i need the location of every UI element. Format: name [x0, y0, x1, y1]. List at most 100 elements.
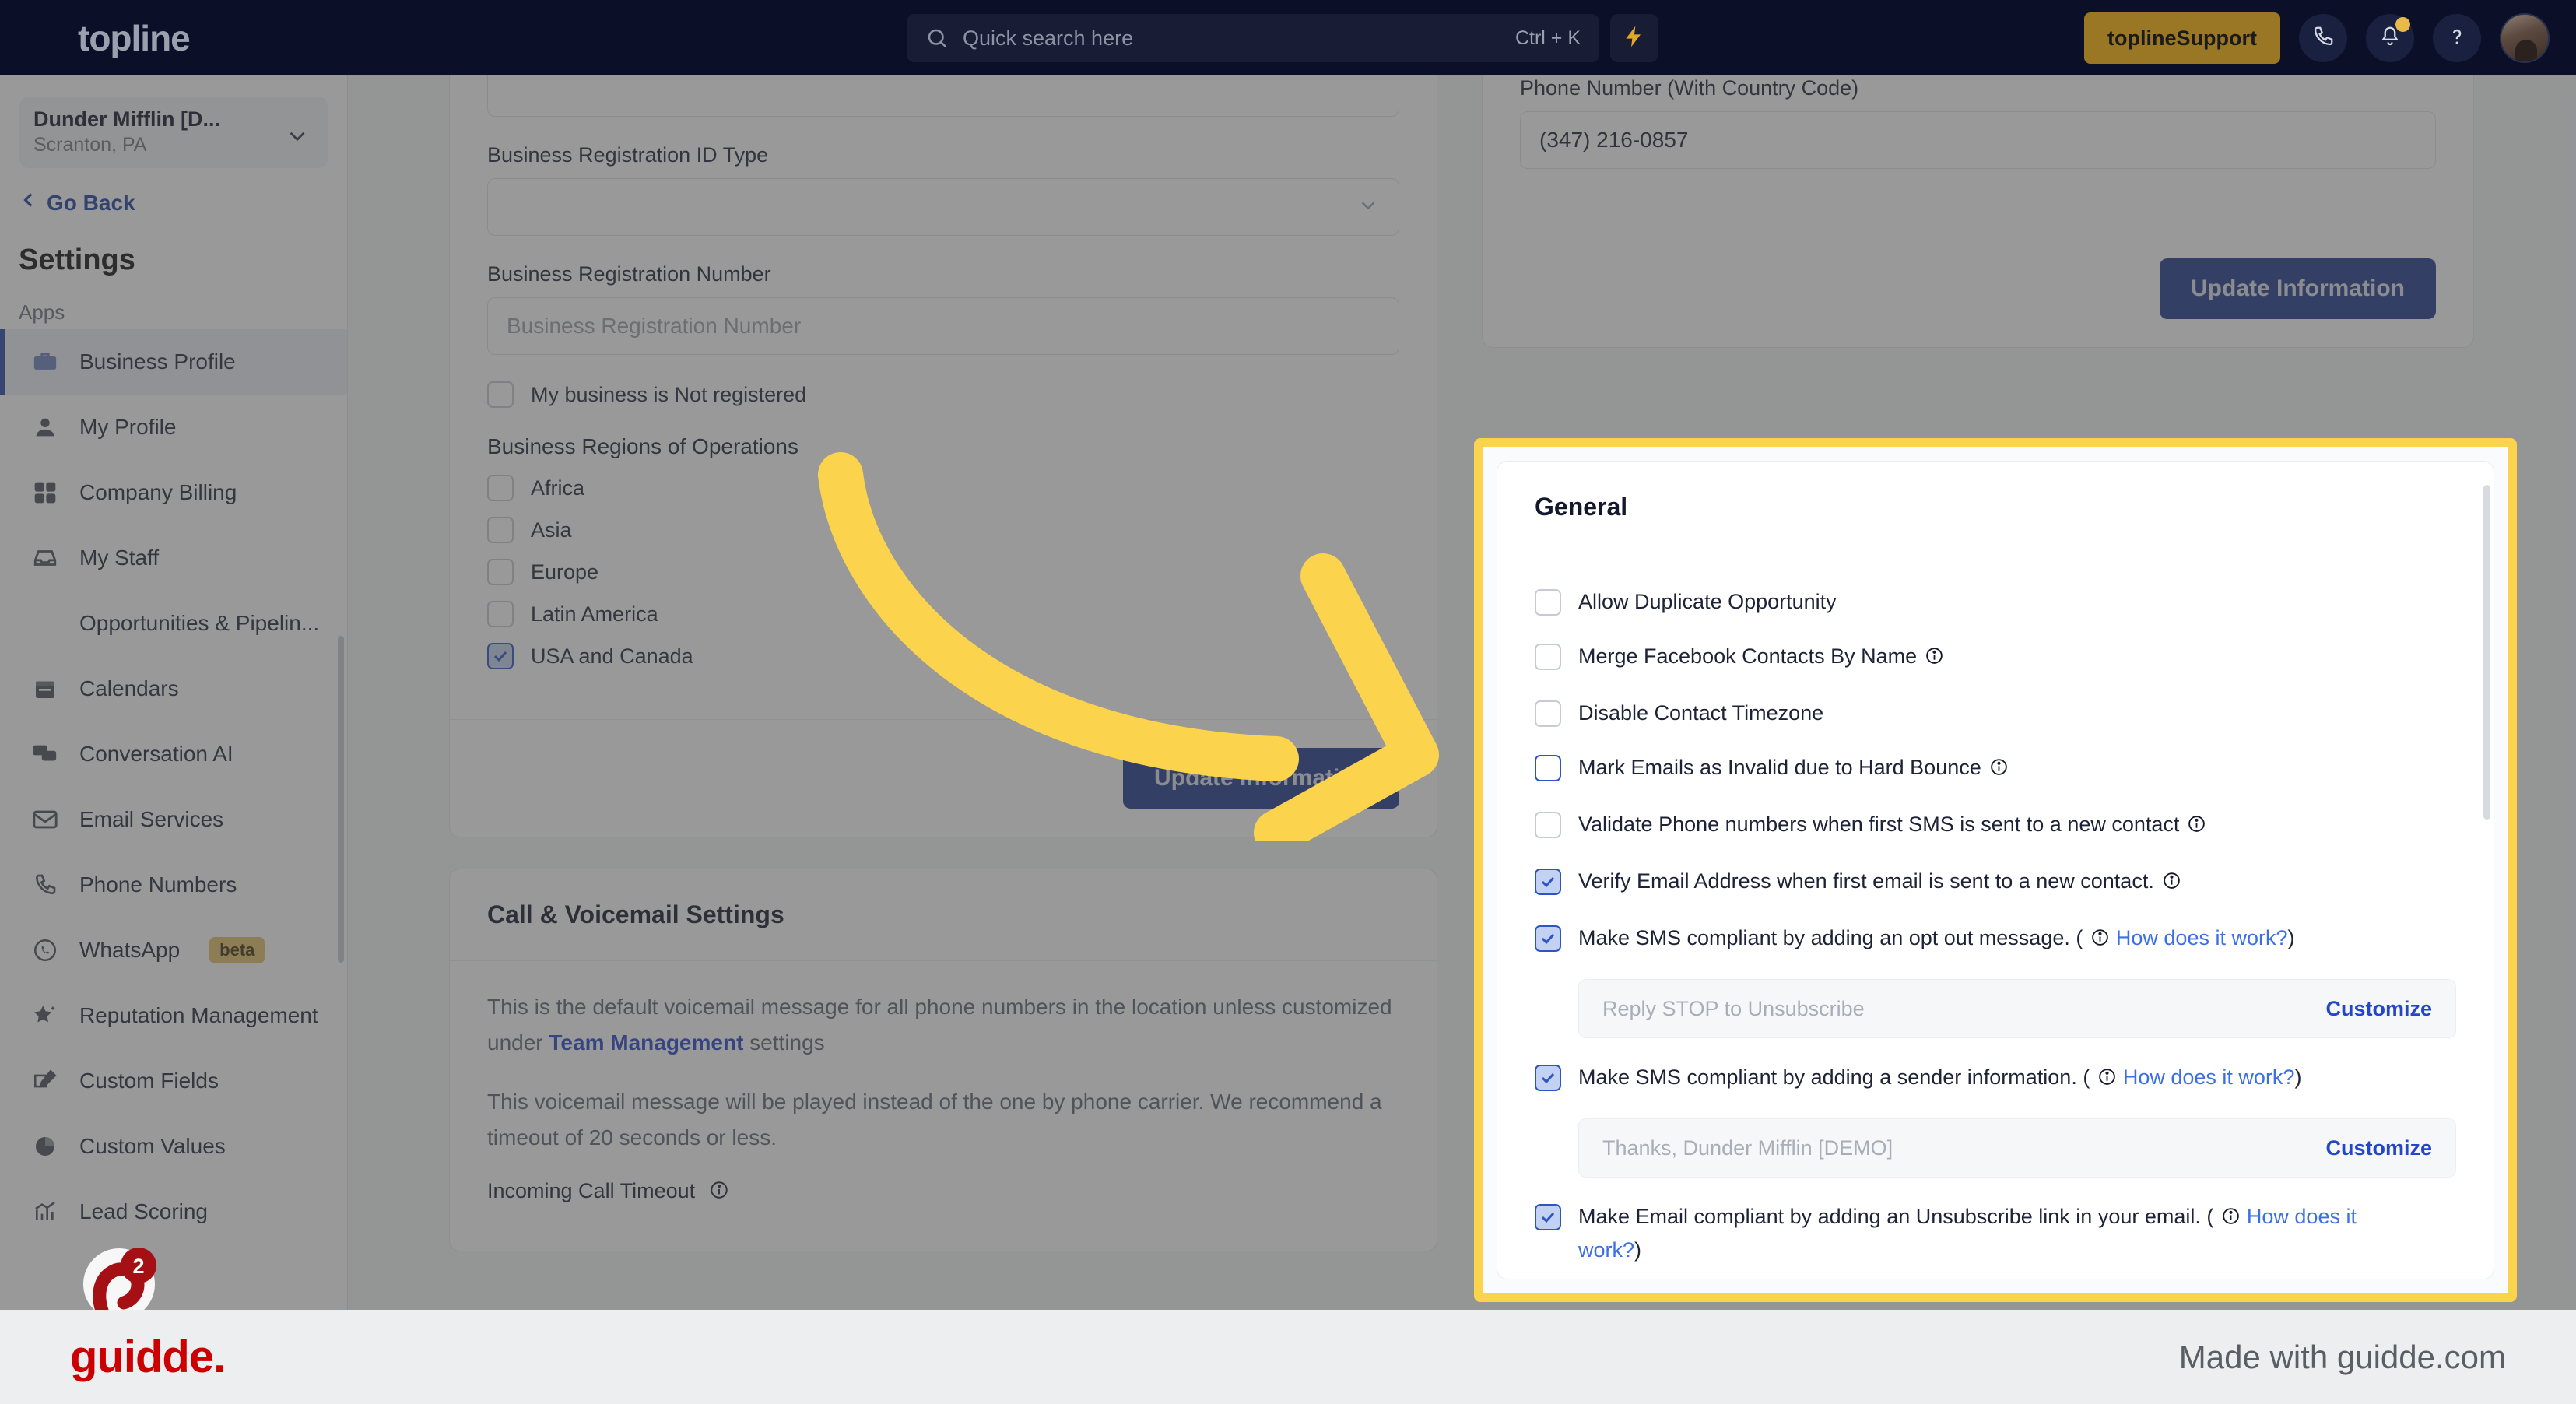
- sidebar-item-label: Phone Numbers: [79, 872, 237, 897]
- region-checkbox-asia[interactable]: [487, 517, 514, 543]
- sidebar-item-reputation-management[interactable]: Reputation Management: [0, 983, 347, 1048]
- option-label: Make Email compliant by adding an Unsubs…: [1578, 1205, 2201, 1228]
- sidebar-item-opportunities-pipelines[interactable]: Opportunities & Pipelin...: [0, 591, 347, 656]
- sidebar-item-phone-numbers[interactable]: Phone Numbers: [0, 852, 347, 918]
- sidebar-item-whatsapp[interactable]: WhatsApp beta: [0, 918, 347, 983]
- quick-search-box[interactable]: Quick search here Ctrl + K: [907, 14, 1599, 62]
- option-label-wrap: Validate Phone numbers when first SMS is…: [1578, 809, 2206, 842]
- sms-sender-info-checkbox[interactable]: [1535, 1065, 1561, 1091]
- notifications-button[interactable]: [2366, 14, 2414, 62]
- region-checkbox-europe[interactable]: [487, 559, 514, 585]
- pencil-field-icon: [30, 1065, 61, 1097]
- option-label: Make SMS compliant by adding an opt out …: [1578, 926, 2070, 949]
- sidebar-item-conversation-ai[interactable]: Conversation AI: [0, 721, 347, 787]
- phone-number-label: Phone Number (With Country Code): [1520, 76, 1859, 100]
- guidde-logo: guidde.: [70, 1332, 226, 1382]
- top-navigation-bar: topline Quick search here Ctrl + K topli…: [0, 0, 2576, 75]
- info-icon[interactable]: [2090, 925, 2110, 956]
- general-option-row[interactable]: Make SMS compliant by adding a sender in…: [1535, 1062, 2456, 1095]
- team-management-link[interactable]: Team Management: [549, 1030, 743, 1055]
- general-option-row[interactable]: Disable Contact Timezone: [1535, 697, 2456, 728]
- sidebar-item-label: Conversation AI: [79, 742, 233, 766]
- topline-support-button[interactable]: topline Support: [2084, 12, 2280, 64]
- sidebar-item-label: WhatsApp: [79, 938, 181, 962]
- sidebar-item-my-staff[interactable]: My Staff: [0, 525, 347, 591]
- allow-duplicate-opportunity-checkbox[interactable]: [1535, 589, 1561, 616]
- quick-actions-button[interactable]: [1610, 14, 1658, 62]
- region-label: Latin America: [531, 602, 658, 626]
- user-avatar[interactable]: [2500, 13, 2550, 63]
- option-label-wrap: Mark Emails as Invalid due to Hard Bounc…: [1578, 752, 2009, 785]
- info-icon[interactable]: [1925, 643, 1944, 674]
- chat-bubbles-icon: [30, 739, 61, 770]
- phone-button[interactable]: [2299, 14, 2347, 62]
- region-checkbox-africa[interactable]: [487, 475, 514, 501]
- info-icon[interactable]: [2187, 811, 2206, 842]
- not-registered-row[interactable]: My business is Not registered: [487, 381, 1399, 408]
- app-root: topline Quick search here Ctrl + K topli…: [0, 0, 2576, 1404]
- info-icon[interactable]: [1989, 754, 2009, 785]
- sms-opt-out-template-input[interactable]: Reply STOP to Unsubscribe Customize: [1578, 979, 2456, 1038]
- sms-opt-out-checkbox[interactable]: [1535, 925, 1561, 952]
- reg-number-input[interactable]: Business Registration Number: [487, 297, 1399, 355]
- phone-number-input[interactable]: (347) 216-0857: [1520, 111, 2436, 169]
- sidebar-item-my-profile[interactable]: My Profile: [0, 395, 347, 460]
- general-option-row[interactable]: Validate Phone numbers when first SMS is…: [1535, 809, 2456, 842]
- info-icon[interactable]: [2162, 868, 2181, 899]
- merge-facebook-contacts-checkbox[interactable]: [1535, 644, 1561, 670]
- region-checkbox-usa-canada[interactable]: [487, 643, 514, 669]
- mark-emails-invalid-checkbox[interactable]: [1535, 755, 1561, 781]
- info-icon[interactable]: [709, 1180, 729, 1206]
- general-option-row[interactable]: Allow Duplicate Opportunity: [1535, 586, 2456, 617]
- option-label-wrap: Make Email compliant by adding an Unsubs…: [1578, 1201, 2357, 1265]
- general-option-row[interactable]: Verify Email Address when first email is…: [1535, 865, 2456, 899]
- how-does-it-work-link[interactable]: How does it work?: [2116, 926, 2288, 949]
- chart-up-icon: [30, 1196, 61, 1227]
- general-option-row[interactable]: Make Email compliant by adding an Unsubs…: [1535, 1201, 2456, 1265]
- sidebar-item-business-profile[interactable]: Business Profile: [0, 329, 347, 395]
- update-information-button[interactable]: Update Information: [2160, 258, 2436, 319]
- sidebar-item-custom-fields[interactable]: Custom Fields: [0, 1048, 347, 1114]
- topbar-right-actions: topline Support: [2084, 12, 2550, 64]
- disable-contact-timezone-checkbox[interactable]: [1535, 700, 1561, 727]
- go-back-label: Go Back: [47, 190, 135, 215]
- calendar-icon: [30, 673, 61, 704]
- briefcase-icon: [30, 346, 61, 377]
- sidebar-item-company-billing[interactable]: Company Billing: [0, 460, 347, 525]
- how-does-it-work-link[interactable]: How does it work?: [2123, 1065, 2295, 1089]
- notification-badge-widget[interactable]: 2: [74, 1236, 167, 1322]
- validate-phone-numbers-checkbox[interactable]: [1535, 812, 1561, 838]
- help-button[interactable]: [2433, 14, 2481, 62]
- general-option-row[interactable]: Make SMS compliant by adding an opt out …: [1535, 922, 2456, 956]
- info-icon[interactable]: [2097, 1064, 2117, 1095]
- option-label: Mark Emails as Invalid due to Hard Bounc…: [1578, 756, 1981, 779]
- option-label: Verify Email Address when first email is…: [1578, 869, 2154, 893]
- location-switcher[interactable]: Dunder Mifflin [D... Scranton, PA: [19, 97, 328, 168]
- not-registered-checkbox[interactable]: [487, 381, 514, 408]
- chevron-left-icon: [19, 190, 39, 216]
- email-unsubscribe-link-checkbox[interactable]: [1535, 1204, 1561, 1230]
- reg-id-type-select[interactable]: [487, 178, 1399, 236]
- general-option-row[interactable]: Mark Emails as Invalid due to Hard Bounc…: [1535, 752, 2456, 785]
- close-paren: ): [2287, 926, 2295, 949]
- customize-link[interactable]: Customize: [2325, 997, 2432, 1021]
- sidebar-item-lead-scoring[interactable]: Lead Scoring: [0, 1179, 347, 1244]
- option-label-wrap: Verify Email Address when first email is…: [1578, 865, 2181, 899]
- app-logo: topline: [78, 17, 191, 58]
- lightning-bolt-icon: [1622, 24, 1647, 53]
- sms-sender-template-input[interactable]: Thanks, Dunder Mifflin [DEMO] Customize: [1578, 1118, 2456, 1178]
- sidebar-item-custom-values[interactable]: Custom Values: [0, 1114, 347, 1179]
- sidebar-scrollbar[interactable]: [338, 636, 344, 963]
- not-registered-label: My business is Not registered: [531, 382, 807, 406]
- sidebar-item-label: Lead Scoring: [79, 1199, 209, 1223]
- region-checkbox-latin-america[interactable]: [487, 601, 514, 627]
- open-paren: (: [2083, 1065, 2090, 1089]
- info-icon[interactable]: [2221, 1203, 2241, 1234]
- general-panel-scrollbar[interactable]: [2483, 485, 2490, 820]
- sidebar-item-calendars[interactable]: Calendars: [0, 656, 347, 721]
- customize-link[interactable]: Customize: [2325, 1136, 2432, 1160]
- verify-email-address-checkbox[interactable]: [1535, 869, 1561, 895]
- go-back-link[interactable]: Go Back: [19, 190, 347, 216]
- sidebar-item-email-services[interactable]: Email Services: [0, 787, 347, 852]
- general-option-row[interactable]: Merge Facebook Contacts By Name: [1535, 641, 2456, 674]
